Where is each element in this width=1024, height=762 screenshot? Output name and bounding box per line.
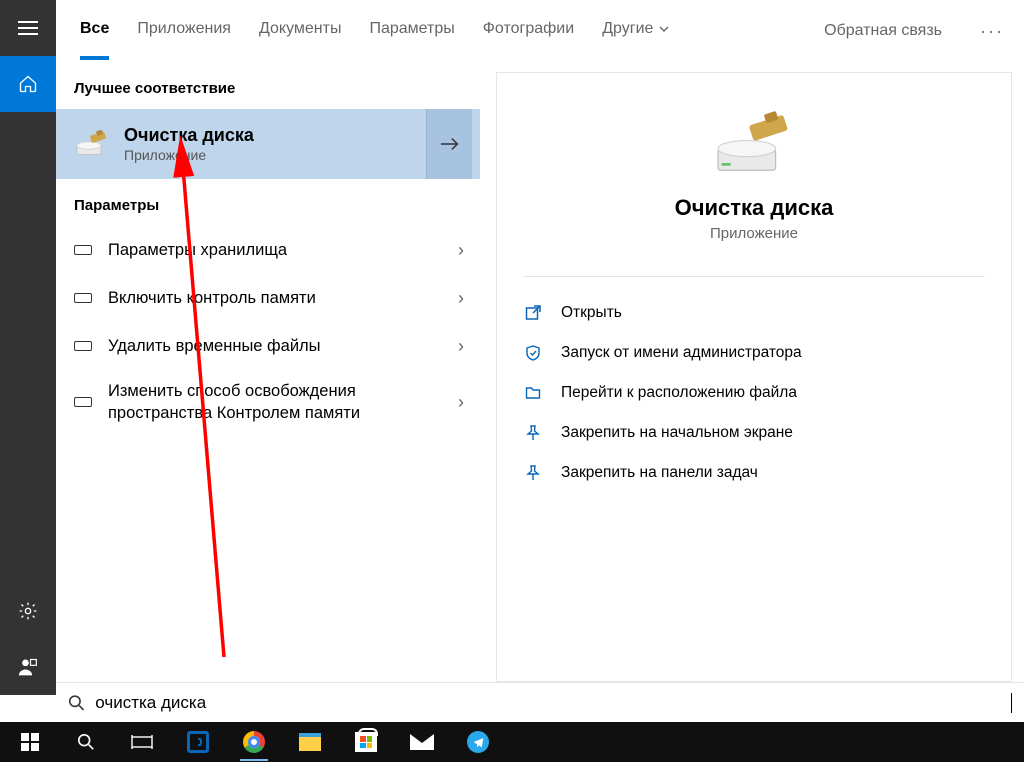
mail-icon (410, 734, 434, 750)
person-icon (18, 657, 38, 677)
tab-all[interactable]: Все (80, 20, 109, 42)
action-label: Закрепить на начальном экране (561, 424, 793, 442)
taskbar-chrome[interactable] (230, 722, 278, 762)
tab-documents[interactable]: Документы (259, 20, 341, 42)
action-label: Закрепить на панели задач (561, 464, 758, 482)
edge-icon (187, 731, 209, 753)
folder-icon (523, 385, 543, 401)
expand-arrow-button[interactable] (426, 109, 472, 179)
search-input[interactable] (95, 693, 1001, 713)
taskbar-mail[interactable] (398, 722, 446, 762)
best-match-header: Лучшее соответствие (56, 62, 480, 109)
action-run-as-admin[interactable]: Запуск от имени администратора (523, 333, 985, 373)
more-options-button[interactable]: ··· (980, 21, 1004, 42)
action-label: Открыть (561, 304, 622, 322)
search-bar (56, 682, 1024, 722)
sidebar-settings[interactable] (0, 583, 56, 639)
sidebar-account[interactable] (0, 639, 56, 695)
feedback-link[interactable]: Обратная связь (824, 22, 942, 40)
taskbar-telegram[interactable] (454, 722, 502, 762)
preview-title: Очистка диска (517, 195, 991, 221)
menu-toggle[interactable] (0, 0, 56, 56)
action-pin-start[interactable]: Закрепить на начальном экране (523, 413, 985, 453)
preview-actions: Открыть Запуск от имени администратора П… (497, 287, 1011, 499)
action-open-file-location[interactable]: Перейти к расположению файла (523, 373, 985, 413)
taskbar-search[interactable] (62, 722, 110, 762)
home-icon (18, 74, 38, 94)
chrome-icon (243, 731, 265, 753)
best-match-title: Очистка диска (124, 124, 412, 147)
disk-cleanup-icon (74, 126, 110, 162)
best-match-text: Очистка диска Приложение (124, 124, 412, 164)
microsoft-store-icon (355, 732, 377, 752)
taskbar-file-explorer[interactable] (286, 722, 334, 762)
chevron-down-icon (659, 26, 669, 32)
preview-app-icon (710, 109, 798, 181)
open-icon (523, 305, 543, 321)
pin-icon (523, 465, 543, 481)
start-sidebar (0, 0, 56, 695)
tab-more[interactable]: Другие (602, 20, 669, 42)
telegram-icon (467, 731, 489, 753)
search-icon (77, 733, 95, 751)
setting-icon (74, 245, 92, 255)
setting-label: Удалить временные файлы (108, 335, 442, 357)
chevron-right-icon: › (458, 240, 464, 261)
windows-taskbar (0, 722, 1024, 762)
tab-apps[interactable]: Приложения (137, 20, 231, 42)
file-explorer-icon (299, 733, 321, 751)
chevron-right-icon: › (458, 288, 464, 309)
gear-icon (18, 601, 38, 621)
best-match-subtitle: Приложение (124, 147, 412, 165)
search-icon (68, 694, 85, 712)
action-label: Перейти к расположению файла (561, 384, 797, 402)
pin-icon (523, 425, 543, 441)
result-preview-panel: Очистка диска Приложение Открыть Запуск … (496, 72, 1012, 682)
best-match-item[interactable]: Очистка диска Приложение (56, 109, 480, 179)
settings-section-header: Параметры (56, 179, 480, 226)
chevron-right-icon: › (458, 336, 464, 357)
action-label: Запуск от имени администратора (561, 344, 802, 362)
action-open[interactable]: Открыть (523, 293, 985, 333)
setting-storage-sense-on[interactable]: Включить контроль памяти › (56, 274, 480, 322)
start-button[interactable] (6, 722, 54, 762)
shield-icon (523, 345, 543, 361)
preview-subtitle: Приложение (517, 225, 991, 242)
task-view-icon (131, 734, 153, 750)
tab-settings[interactable]: Параметры (369, 20, 454, 42)
setting-icon (74, 293, 92, 303)
setting-label: Изменить способ освобождения пространств… (108, 380, 442, 425)
action-pin-taskbar[interactable]: Закрепить на панели задач (523, 453, 985, 493)
text-caret (1011, 693, 1012, 713)
search-results-panel: Лучшее соответствие Очистка диска Прилож… (56, 62, 480, 695)
separator (523, 276, 985, 277)
setting-label: Включить контроль памяти (108, 287, 442, 309)
search-filter-tabs: Все Приложения Документы Параметры Фотог… (56, 0, 1024, 62)
arrow-right-icon (439, 135, 461, 153)
task-view-button[interactable] (118, 722, 166, 762)
tab-more-label: Другие (602, 20, 653, 38)
taskbar-edge[interactable] (174, 722, 222, 762)
setting-label: Параметры хранилища (108, 239, 442, 261)
setting-icon (74, 341, 92, 351)
sidebar-home[interactable] (0, 56, 56, 112)
preview-header: Очистка диска Приложение (497, 73, 1011, 270)
setting-icon (74, 397, 92, 407)
setting-change-storage-sense[interactable]: Изменить способ освобождения пространств… (56, 370, 480, 435)
chevron-right-icon: › (458, 392, 464, 413)
tab-photos[interactable]: Фотографии (483, 20, 574, 42)
windows-logo-icon (21, 733, 39, 751)
setting-storage[interactable]: Параметры хранилища › (56, 226, 480, 274)
setting-delete-temp[interactable]: Удалить временные файлы › (56, 322, 480, 370)
taskbar-store[interactable] (342, 722, 390, 762)
hamburger-icon (18, 21, 38, 35)
